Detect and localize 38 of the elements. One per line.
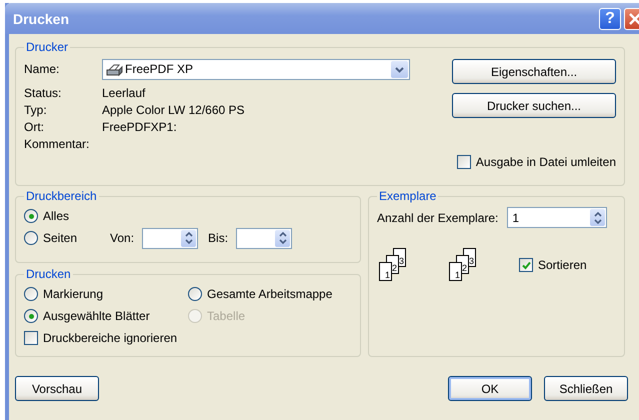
field-label: Anzahl der Exemplare: — [377, 210, 498, 224]
action-button[interactable]: Eigenschaften... — [452, 59, 616, 84]
page-number: 3 — [468, 257, 475, 266]
field-label: Bis: — [208, 231, 228, 245]
field-label: Typ: — [24, 102, 48, 116]
field-label: Name: — [24, 62, 60, 76]
page-number: 2 — [392, 264, 398, 273]
field-label: Kommentar: — [24, 136, 90, 150]
field-label: Ort: — [24, 120, 45, 134]
printer-dropdown[interactable]: FreePDF XP — [102, 58, 410, 80]
spin-field[interactable]: 1 — [507, 207, 608, 228]
field-value: Apple Color LW 12/660 PS — [102, 102, 245, 116]
radio-label[interactable]: Gesamte Arbeitsmappe — [207, 287, 332, 301]
window-title: Drucken — [13, 10, 70, 26]
dialog-button[interactable]: OK — [448, 376, 532, 401]
group-title: Druckbereich — [25, 189, 98, 203]
group-title: Exemplare — [378, 189, 438, 203]
page-number: 1 — [384, 271, 391, 280]
field-label: Von: — [110, 231, 134, 245]
page-number: 1 — [454, 271, 461, 280]
group-title: Drucken — [25, 267, 72, 281]
field-value: Leerlauf — [102, 86, 146, 100]
page-number: 2 — [462, 264, 468, 273]
radio-label[interactable]: Alles — [43, 209, 70, 223]
checkbox-label[interactable]: Sortieren — [538, 258, 587, 272]
dialog-button[interactable]: Schließen — [544, 376, 628, 401]
field-value: FreePDFXP1: — [102, 120, 177, 134]
checkbox-label[interactable]: Druckbereiche ignorieren — [43, 331, 178, 345]
checkbox-label[interactable]: Ausgabe in Datei umleiten — [476, 155, 616, 169]
group-title: Drucker — [25, 40, 70, 54]
radio-label[interactable]: Markierung — [43, 287, 104, 301]
help-button[interactable]: ? — [599, 8, 621, 30]
radio-label[interactable]: Seiten — [43, 231, 78, 245]
field-label: Status: — [24, 86, 62, 100]
page-number: 3 — [398, 257, 405, 266]
radio-label[interactable]: Ausgewählte Blätter — [43, 309, 150, 323]
dialog-button[interactable]: Vorschau — [15, 376, 99, 401]
action-button[interactable]: Drucker suchen... — [452, 93, 616, 118]
